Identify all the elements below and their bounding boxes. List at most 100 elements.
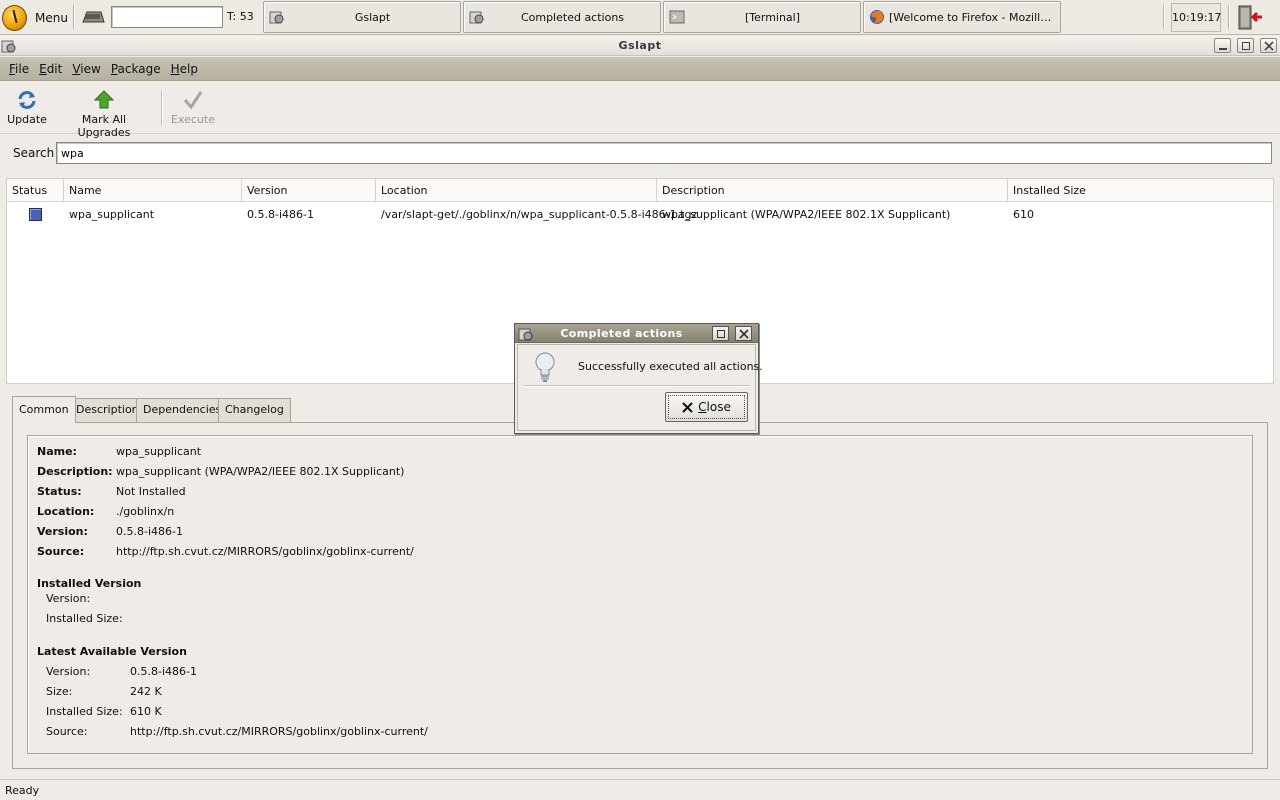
main-menu-label: Menu bbox=[35, 10, 68, 25]
maximize-icon bbox=[1242, 42, 1250, 50]
close-button[interactable]: Close bbox=[665, 392, 748, 422]
panel-separator bbox=[1228, 5, 1230, 29]
dialog-maximize-button[interactable] bbox=[712, 326, 729, 341]
logout-icon[interactable] bbox=[1236, 4, 1264, 31]
taskbar-task-completed-actions[interactable]: Completed actions bbox=[463, 1, 661, 33]
taskbar-task-firefox[interactable]: [Welcome to Firefox - Mozilla Fir... bbox=[863, 1, 1061, 33]
close-window-button[interactable] bbox=[1260, 38, 1277, 53]
detail-version-label: Version: bbox=[37, 525, 88, 538]
detail-location-label: Location: bbox=[37, 505, 95, 518]
completed-actions-dialog: Completed actions Successfully executed … bbox=[514, 323, 763, 434]
run-command-input[interactable] bbox=[111, 6, 223, 28]
mark-all-upgrades-label: Mark All Upgrades bbox=[77, 113, 131, 139]
detail-description-value: wpa_supplicant (WPA/WPA2/IEEE 802.1X Sup… bbox=[116, 465, 405, 478]
dialog-title: Completed actions bbox=[560, 327, 683, 340]
taskbar-task-label: Gslapt bbox=[354, 10, 391, 24]
search-label: Search bbox=[13, 146, 55, 160]
detail-status-label: Status: bbox=[37, 485, 82, 498]
menubar: File Edit View Package Help bbox=[0, 57, 1280, 81]
tab-changelog[interactable]: Changelog bbox=[218, 398, 291, 422]
minimize-button[interactable] bbox=[1214, 38, 1231, 53]
menu-edit[interactable]: Edit bbox=[34, 62, 67, 76]
installed-version-heading: Installed Version bbox=[37, 577, 142, 590]
detail-name-value: wpa_supplicant bbox=[116, 445, 202, 458]
refresh-icon bbox=[18, 91, 36, 109]
latest-version-heading: Latest Available Version bbox=[37, 645, 187, 658]
column-header-location[interactable]: Location bbox=[376, 179, 657, 202]
installed-size-label: Installed Size: bbox=[46, 612, 123, 625]
common-tab-panel: Name: wpa_supplicant Description: wpa_su… bbox=[12, 422, 1268, 769]
dialog-close-x-button[interactable] bbox=[735, 326, 752, 341]
run-command-icon[interactable] bbox=[80, 8, 106, 26]
detail-location-value: ./goblinx/n bbox=[116, 505, 175, 518]
latest-source-label: Source: bbox=[46, 725, 88, 738]
not-installed-status-icon bbox=[29, 208, 42, 221]
statusbar: Ready bbox=[0, 779, 1280, 800]
update-label: Update bbox=[7, 113, 47, 126]
latest-version-value: 0.5.8-i486-1 bbox=[130, 665, 197, 678]
close-icon bbox=[739, 329, 749, 339]
taskbar-task-gslapt[interactable]: Gslapt bbox=[263, 1, 461, 33]
update-button[interactable]: Update bbox=[6, 90, 48, 126]
gslapt-icon bbox=[269, 11, 284, 24]
column-header-version[interactable]: Version bbox=[242, 179, 376, 202]
main-menu-button[interactable]: Menu bbox=[2, 3, 68, 32]
window-title: Gslapt bbox=[618, 39, 662, 52]
column-header-status[interactable]: Status bbox=[7, 179, 64, 202]
latest-size-label: Size: bbox=[46, 685, 73, 698]
tab-description[interactable]: Description bbox=[69, 398, 146, 422]
gslapt-icon bbox=[469, 11, 484, 24]
tab-common[interactable]: Common bbox=[12, 396, 76, 423]
toolbar-separator bbox=[161, 90, 163, 126]
latest-installed-size-value: 610 K bbox=[130, 705, 162, 718]
close-button-label: lose bbox=[706, 400, 731, 414]
latest-installed-size-label: Installed Size: bbox=[46, 705, 123, 718]
minimize-icon bbox=[1219, 48, 1227, 50]
latest-size-value: 242 K bbox=[130, 685, 162, 698]
close-button-accel: C bbox=[698, 400, 707, 414]
row-description: wpa_supplicant (WPA/WPA2/IEEE 802.1X Sup… bbox=[662, 208, 951, 221]
checkmark-icon bbox=[183, 91, 203, 110]
menu-view[interactable]: View bbox=[67, 62, 105, 76]
toolbar: Update Mark All Upgrades Execute bbox=[0, 82, 1280, 139]
taskbar-task-label: [Terminal] bbox=[744, 10, 801, 24]
dialog-separator bbox=[524, 385, 750, 387]
detail-name-label: Name: bbox=[37, 445, 77, 458]
dialog-titlebar[interactable]: Completed actions bbox=[515, 324, 758, 343]
detail-description-label: Description: bbox=[37, 465, 113, 478]
dialog-body: Successfully executed all actions. Close bbox=[517, 344, 763, 431]
status-text: Ready bbox=[5, 784, 40, 797]
up-arrow-icon bbox=[93, 90, 115, 109]
execute-label: Execute bbox=[171, 113, 215, 126]
package-details: Name: wpa_supplicant Description: wpa_su… bbox=[27, 435, 1253, 754]
mark-all-upgrades-button[interactable]: Mark All Upgrades bbox=[56, 90, 152, 139]
tab-dependencies[interactable]: Dependencies bbox=[136, 398, 229, 422]
search-input[interactable] bbox=[56, 142, 1272, 164]
dialog-message: Successfully executed all actions. bbox=[578, 360, 763, 373]
installed-version-label: Version: bbox=[46, 592, 91, 605]
detail-source-label: Source: bbox=[37, 545, 85, 558]
column-header-description[interactable]: Description bbox=[657, 179, 1008, 202]
menu-package[interactable]: Package bbox=[106, 62, 166, 76]
window-titlebar[interactable]: Gslapt bbox=[0, 36, 1280, 56]
terminal-icon bbox=[669, 10, 685, 24]
lightbulb-icon bbox=[535, 352, 555, 382]
detail-source-value: http://ftp.sh.cvut.cz/MIRRORS/goblinx/go… bbox=[116, 545, 414, 558]
close-icon bbox=[682, 401, 693, 413]
row-location: /var/slapt-get/./goblinx/n/wpa_supplican… bbox=[381, 208, 698, 221]
maximize-button[interactable] bbox=[1237, 38, 1254, 53]
taskbar-task-terminal[interactable]: [Terminal] bbox=[663, 1, 861, 33]
detail-status-value: Not Installed bbox=[116, 485, 186, 498]
execute-button[interactable]: Execute bbox=[168, 90, 218, 126]
column-header-installed-size[interactable]: Installed Size bbox=[1008, 179, 1273, 202]
column-header-name[interactable]: Name bbox=[64, 179, 242, 202]
menu-file[interactable]: File bbox=[4, 62, 34, 76]
row-installed-size: 610 bbox=[1013, 208, 1034, 221]
detail-version-value: 0.5.8-i486-1 bbox=[116, 525, 183, 538]
taskbar-task-label: Completed actions bbox=[520, 10, 625, 24]
panel-separator bbox=[1163, 5, 1165, 29]
taskbar-task-label: [Welcome to Firefox - Mozilla Fir... bbox=[889, 10, 1060, 24]
menu-help[interactable]: Help bbox=[166, 62, 203, 76]
package-list-header: Status Name Version Location Description… bbox=[7, 179, 1273, 202]
task-count: T: 53 bbox=[227, 10, 254, 23]
